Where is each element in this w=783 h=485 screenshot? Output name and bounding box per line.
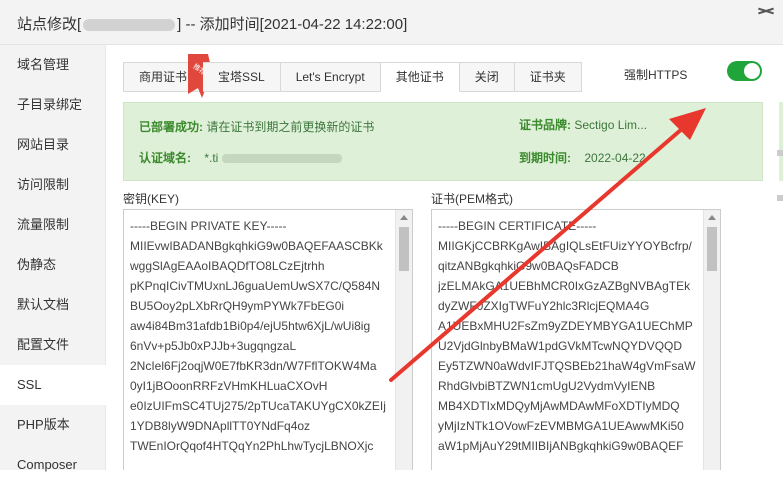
private-key-line: 6nVv+p5Jb0xPJJb+3ugqngzaL <box>130 339 297 353</box>
certificate-line: U2VjdGlnbyBMaW1pdGVkMTcwNQYDVQQD <box>438 339 683 353</box>
cert-field-label: 证书(PEM格式) <box>431 192 513 206</box>
certificate-line: qitzANBgkqhkiG9w0BAQsFADCB <box>438 259 619 273</box>
certificate-line: RhdGlvbiBTZWN1cmUgU2VydmVyIENB <box>438 379 656 393</box>
brand-value: Sectigo Lim... <box>574 118 648 132</box>
sidebar-item-traffic[interactable]: 流量限制 <box>0 205 105 245</box>
certificate-line: dyZWF0ZXIgTWFuY2hlc3RlcjEQMA4G <box>438 299 650 313</box>
tab-lets-encrypt[interactable]: Let's Encrypt <box>280 62 381 92</box>
private-key-line: 1YDB8lyW9DNApllTT0YNdFq4oz <box>130 419 311 433</box>
domain-key: 认证域名: <box>139 151 191 165</box>
private-key-line: 0yI1jBOoonRRFzVHmKHLuaCXOvH <box>130 379 328 393</box>
private-key-line: -----BEGIN PRIVATE KEY----- <box>130 219 287 233</box>
toggle-knob <box>744 63 760 79</box>
private-key-line: wggSlAgEAAoIBAQDfTO8LCzEjtrhh <box>130 259 325 273</box>
certificate-line: -----BEGIN CERTIFICATE----- <box>438 219 597 233</box>
certificate-line: A1UEBxMHU2FsZm9yZDEYMBYGA1UEChMP <box>438 319 693 333</box>
private-key-line: aw4i84Bm31afdb1Bi0p4/ejU5htw6XjL/wUi8ig <box>130 319 371 333</box>
sidebar-item-composer[interactable]: Composer <box>0 445 105 485</box>
private-key-line: BU5Ooy2pLXbRrQH9ymPYWk7FbEG0i <box>130 299 345 313</box>
cert-scrollbar[interactable] <box>703 210 720 470</box>
deployed-status: 已部署成功: 请在证书到期之前更换新的证书 <box>139 118 374 135</box>
key-scrollbar[interactable] <box>395 210 412 470</box>
window-title-prefix: 站点修改[ <box>17 16 82 33</box>
deployed-key: 已部署成功: <box>139 120 203 134</box>
certificate-text: -----BEGIN CERTIFICATE----- MIIGKjCCBRKgA… <box>438 216 700 456</box>
sidebar-item-php[interactable]: PHP版本 <box>0 405 105 445</box>
private-key-text: -----BEGIN PRIVATE KEY----- MIIEvwIBADANB… <box>130 216 392 456</box>
private-key-line: MIIEvwIBADANBgkqhkiG9w0BAQEFAASCBKk <box>130 239 383 253</box>
scroll-thumb[interactable] <box>707 227 717 271</box>
certificate-line: MB4XDTIxMDQyMjAwMDAwMFoXDTIyMDQ <box>438 399 680 413</box>
tab-commercial-label: 商用证书 <box>139 70 188 84</box>
cert-status-box: 已部署成功: 请在证书到期之前更换新的证书 认证域名: *.ti 证书品牌: S… <box>123 102 763 181</box>
scroll-up-icon[interactable] <box>400 215 408 220</box>
private-key-line: pKPnqICivTMUxnLJ6guaUemUwSX7C/Q584N <box>130 279 381 293</box>
certificate-line: aW1pMjAuY29tMIIBIjANBgkqhkiG9w0BAQEF <box>438 439 684 453</box>
expire-value: 2022-04-22 <box>584 151 646 165</box>
close-icon[interactable] <box>757 6 775 16</box>
ssl-panel: 商用证书 推荐 宝塔SSL Let's Encrypt 其他证书 关闭 证书夹 … <box>106 45 783 470</box>
private-key-line: TWEnIOrQqof4HTQqYn2PhLhwTycjLBNOXjc <box>130 439 374 453</box>
tab-close[interactable]: 关闭 <box>459 62 515 92</box>
force-https-toggle[interactable] <box>727 61 762 81</box>
tab-commercial[interactable]: 商用证书 推荐 <box>123 54 213 98</box>
domain-value: *.ti <box>204 151 219 165</box>
certificate-textarea[interactable]: -----BEGIN CERTIFICATE----- MIIGKjCCBRKgA… <box>431 209 721 470</box>
expire-status: 到期时间: 2022-04-22 <box>519 149 646 166</box>
scroll-thumb[interactable] <box>399 227 409 271</box>
certificate-line: MIIGKjCCBRKgAwIBAgIQLsEtFUizYYOYBcfrp/ <box>438 239 692 253</box>
private-key-line: e0IzUIFmSC4TUj275/2pTUcaTAKUYgCX0kZEIj <box>130 399 386 413</box>
certificate-line: Ey5TZWN0aWdvIFJTQSBEb21haW4gVmFsaW <box>438 359 696 373</box>
force-https-label: 强制HTTPS <box>624 68 688 82</box>
brand-key: 证书品牌: <box>519 118 571 132</box>
tab-cert-folder[interactable]: 证书夹 <box>514 62 582 92</box>
redacted-domain <box>222 154 343 164</box>
ssl-tabs: 商用证书 推荐 宝塔SSL Let's Encrypt 其他证书 关闭 证书夹 <box>123 54 582 98</box>
certificate-line: yMjIzNTk1OVowFzEVMBMGA1UEAwwMKi50 <box>438 419 684 433</box>
private-key-line: 2NcIel6Fj2oqjW0E7fbKR3dn/W7FflTOKW4Ma <box>130 359 377 373</box>
expire-key: 到期时间: <box>519 151 571 165</box>
window-title: 站点修改[ ] -- 添加时间[2021-04-22 14:22:00] <box>17 13 407 34</box>
window-titlebar: 站点修改[ ] -- 添加时间[2021-04-22 14:22:00] <box>0 0 783 45</box>
sidebar-item-default-doc[interactable]: 默认文档 <box>0 285 105 325</box>
redacted-site-name <box>83 19 176 32</box>
tab-other-cert[interactable]: 其他证书 <box>380 62 460 92</box>
sidebar-item-domain[interactable]: 域名管理 <box>0 45 105 85</box>
key-field-label: 密钥(KEY) <box>123 192 180 206</box>
sidebar: 域名管理 子目录绑定 网站目录 访问限制 流量限制 伪静态 默认文档 配置文件 … <box>0 45 106 472</box>
certificate-line: jzELMAkGA1UEBhMCR0IxGzAZBgNVBAgTEk <box>438 279 691 293</box>
sidebar-item-subdir[interactable]: 子目录绑定 <box>0 85 105 125</box>
right-edge-decor <box>777 150 783 201</box>
domain-status: 认证域名: *.ti <box>139 149 343 166</box>
sidebar-item-config[interactable]: 配置文件 <box>0 325 105 365</box>
sidebar-item-rewrite[interactable]: 伪静态 <box>0 245 105 285</box>
window-title-suffix: ] -- 添加时间[2021-04-22 14:22:00] <box>177 16 408 33</box>
sidebar-item-access[interactable]: 访问限制 <box>0 165 105 205</box>
private-key-textarea[interactable]: -----BEGIN PRIVATE KEY----- MIIEvwIBADANB… <box>123 209 413 470</box>
brand-status: 证书品牌: Sectigo Lim... <box>519 116 647 133</box>
sidebar-item-webroot[interactable]: 网站目录 <box>0 125 105 165</box>
scroll-up-icon[interactable] <box>708 215 716 220</box>
tab-baota-ssl[interactable]: 宝塔SSL <box>203 62 281 92</box>
sidebar-item-ssl[interactable]: SSL <box>0 365 106 405</box>
deployed-value: 请在证书到期之前更换新的证书 <box>206 120 375 134</box>
